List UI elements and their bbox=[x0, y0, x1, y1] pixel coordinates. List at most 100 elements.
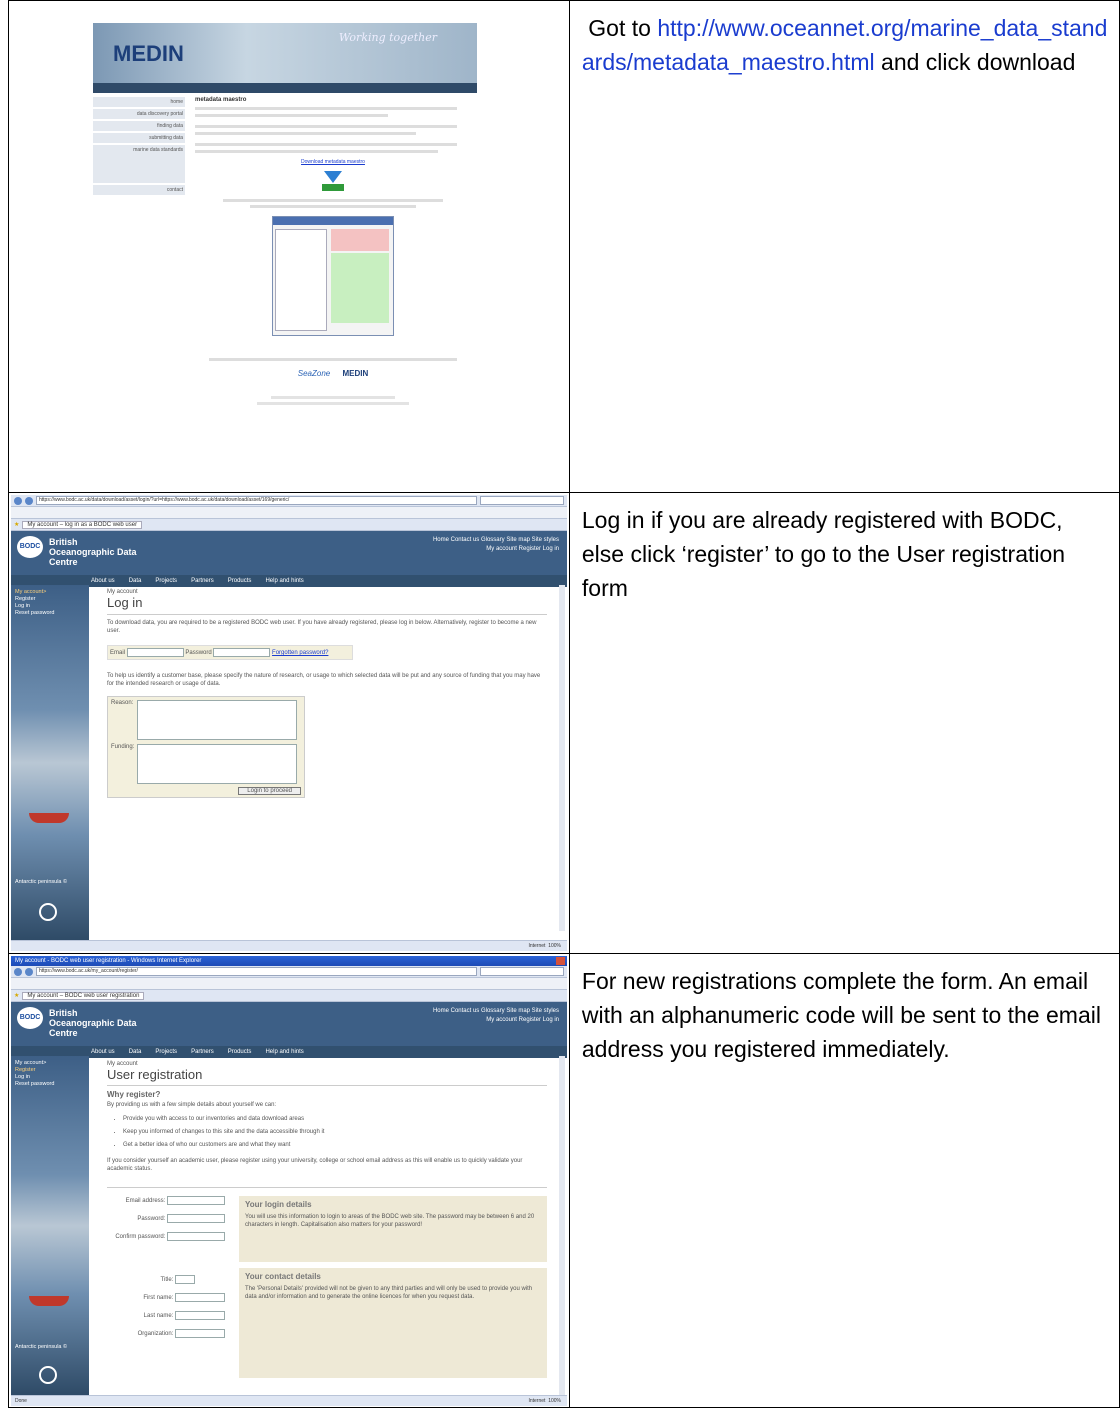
screenshot-cell-3: My account - BODC web user registration … bbox=[8, 953, 570, 1408]
menu-partners[interactable]: Partners bbox=[191, 1049, 214, 1055]
medin-side-home[interactable]: home bbox=[93, 97, 185, 107]
register-content: My account User registration Why registe… bbox=[107, 1060, 547, 1378]
email-label: Email address: bbox=[125, 1198, 166, 1205]
download-button[interactable] bbox=[322, 184, 344, 191]
back-icon[interactable] bbox=[14, 496, 22, 505]
account-links[interactable]: My account Register Log in bbox=[433, 1016, 559, 1025]
email-field[interactable] bbox=[167, 1196, 225, 1205]
side-reset[interactable]: Reset password bbox=[15, 610, 85, 617]
forward-icon[interactable] bbox=[25, 967, 33, 976]
browser-tab[interactable]: My account – log in as a BODC web user bbox=[22, 520, 143, 529]
menu-projects[interactable]: Projects bbox=[155, 1049, 177, 1055]
medin-side-standards[interactable]: marine data standards bbox=[93, 145, 185, 183]
instruction-1-prefix: Got to bbox=[581, 15, 658, 41]
last-name-field[interactable] bbox=[175, 1311, 225, 1321]
seazone-logo: SeaZone bbox=[297, 369, 331, 378]
benefit-item: Provide you with access to our inventori… bbox=[123, 1115, 547, 1123]
status-bar: Internet 100% bbox=[11, 940, 567, 951]
browser-tab[interactable]: My account – BODC web user registration bbox=[22, 991, 145, 1000]
menu-products[interactable]: Products bbox=[228, 578, 252, 584]
bodc-login-screenshot: https://www.bodc.ac.uk/data/download/ass… bbox=[11, 495, 567, 951]
side-reset[interactable]: Reset password bbox=[15, 1081, 85, 1088]
instruction-table: MEDIN Working together home data discove… bbox=[8, 0, 1120, 1408]
password-field[interactable] bbox=[167, 1214, 225, 1224]
menu-about[interactable]: About us bbox=[91, 1049, 115, 1055]
bodc-org-name: British Oceanographic Data Centre bbox=[49, 537, 137, 567]
star-icon[interactable]: ★ bbox=[14, 521, 19, 528]
login-submit-button[interactable]: Login to proceed bbox=[238, 787, 301, 795]
medin-download-link[interactable]: Download metadata maestro bbox=[195, 159, 471, 165]
back-icon[interactable] bbox=[14, 967, 22, 976]
window-title: My account - BODC web user registration … bbox=[15, 958, 202, 964]
contact-details-box: Your contact details The 'Personal Detai… bbox=[239, 1268, 547, 1378]
instruction-cell-2: Log in if you are already registered wit… bbox=[568, 492, 1120, 954]
menu-partners[interactable]: Partners bbox=[191, 578, 214, 584]
first-name-label: First name: bbox=[143, 1295, 174, 1302]
side-my-account[interactable]: My account> bbox=[15, 1060, 85, 1067]
reason-textarea[interactable] bbox=[137, 700, 297, 740]
menu-data[interactable]: Data bbox=[129, 1049, 142, 1055]
top-links[interactable]: Home Contact us Glossary Site map Site s… bbox=[433, 536, 559, 545]
menu-projects[interactable]: Projects bbox=[155, 578, 177, 584]
instruction-1-suffix: and click download bbox=[874, 49, 1076, 75]
side-register[interactable]: Register bbox=[15, 596, 85, 603]
login-help: To help us identify a customer base, ple… bbox=[107, 673, 541, 687]
medin-side-submitting[interactable]: submitting data bbox=[93, 133, 185, 143]
bodc-header: BODC British Oceanographic Data Centre H… bbox=[11, 1002, 567, 1046]
star-icon[interactable]: ★ bbox=[14, 992, 19, 999]
first-name-field[interactable] bbox=[175, 1293, 225, 1303]
menu-products[interactable]: Products bbox=[228, 1049, 252, 1055]
login-details-title: Your login details bbox=[245, 1200, 312, 1209]
account-links[interactable]: My account Register Log in bbox=[433, 545, 559, 554]
page-scrollbar[interactable] bbox=[559, 1056, 565, 1396]
zoom-level[interactable]: 100% bbox=[548, 1398, 561, 1404]
page-scrollbar[interactable] bbox=[559, 585, 565, 931]
page-title: User registration bbox=[107, 1067, 203, 1082]
menu-help[interactable]: Help and hints bbox=[265, 1049, 303, 1055]
title-select[interactable] bbox=[175, 1275, 195, 1285]
bodc-top-links: Home Contact us Glossary Site map Site s… bbox=[433, 536, 559, 554]
instruction-cell-1: Got to http://www.oceannet.org/marine_da… bbox=[568, 0, 1120, 493]
benefit-item: Get a better idea of who our customers a… bbox=[123, 1141, 547, 1149]
download-arrow-icon[interactable] bbox=[324, 171, 342, 183]
search-box[interactable] bbox=[480, 496, 564, 505]
medin-tagline: Working together bbox=[338, 31, 437, 44]
address-input[interactable]: https://www.bodc.ac.uk/data/download/ass… bbox=[36, 496, 477, 505]
status-bar: Done Internet 100% bbox=[11, 1395, 567, 1406]
side-login[interactable]: Log in bbox=[15, 603, 85, 610]
email-field[interactable] bbox=[126, 648, 184, 657]
browser-address-bar: https://www.bodc.ac.uk/my_account/regist… bbox=[11, 966, 567, 978]
medin-side-finding[interactable]: finding data bbox=[93, 121, 185, 131]
funding-label: Funding: bbox=[111, 744, 135, 750]
side-my-account[interactable]: My account> bbox=[15, 589, 85, 596]
password-field[interactable] bbox=[213, 648, 271, 657]
password-label: Password: bbox=[137, 1216, 166, 1223]
forgot-password-link[interactable]: Forgotten password? bbox=[272, 650, 328, 656]
contact-details-text: The 'Personal Details' provided will not… bbox=[245, 1286, 533, 1300]
medin-side-portal[interactable]: data discovery portal bbox=[93, 109, 185, 119]
address-input[interactable]: https://www.bodc.ac.uk/my_account/regist… bbox=[36, 967, 477, 976]
organization-field[interactable] bbox=[175, 1329, 225, 1339]
close-icon[interactable] bbox=[556, 957, 565, 965]
menu-data[interactable]: Data bbox=[129, 578, 142, 584]
reason-label: Reason: bbox=[111, 700, 134, 706]
bodc-top-links: Home Contact us Glossary Site map Site s… bbox=[433, 1007, 559, 1025]
medin-banner: MEDIN Working together bbox=[93, 23, 477, 83]
zoom-level[interactable]: 100% bbox=[548, 943, 561, 949]
funding-textarea[interactable] bbox=[137, 744, 297, 784]
benefits-list: Provide you with access to our inventori… bbox=[107, 1115, 547, 1149]
boat-image bbox=[29, 813, 69, 823]
bodc-logo: BODC bbox=[17, 536, 43, 558]
medin-side-contact[interactable]: contact bbox=[93, 185, 185, 195]
login-content: My account Log in To download data, you … bbox=[107, 589, 547, 798]
menu-help[interactable]: Help and hints bbox=[265, 578, 303, 584]
search-box[interactable] bbox=[480, 967, 564, 976]
side-register[interactable]: Register bbox=[15, 1067, 85, 1074]
forward-icon[interactable] bbox=[25, 496, 33, 505]
confirm-password-field[interactable] bbox=[167, 1232, 225, 1242]
menu-about[interactable]: About us bbox=[91, 578, 115, 584]
top-links[interactable]: Home Contact us Glossary Site map Site s… bbox=[433, 1007, 559, 1016]
confirm-password-label: Confirm password: bbox=[115, 1234, 166, 1241]
screenshot-cell-2: https://www.bodc.ac.uk/data/download/ass… bbox=[8, 492, 570, 954]
side-login[interactable]: Log in bbox=[15, 1074, 85, 1081]
